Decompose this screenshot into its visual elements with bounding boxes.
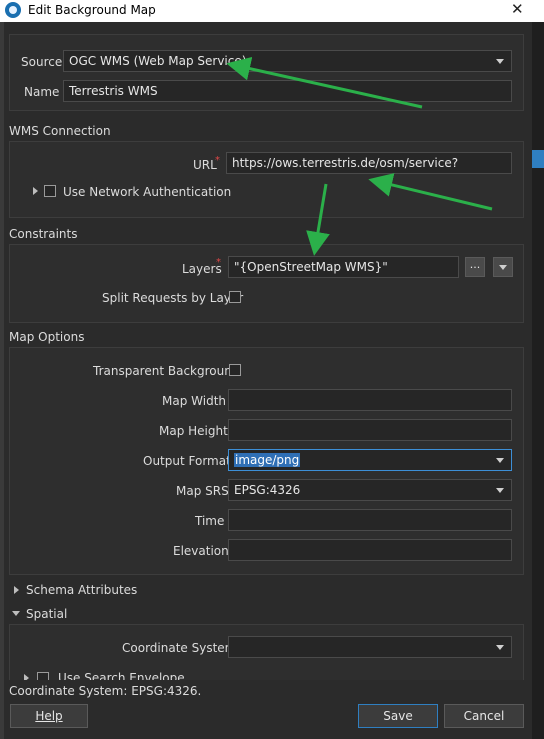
annotation-arrow-layers [306,183,330,256]
annotation-arrow-url [368,173,493,211]
annotation-arrow-source [226,56,423,109]
annotation-arrows [226,56,493,256]
